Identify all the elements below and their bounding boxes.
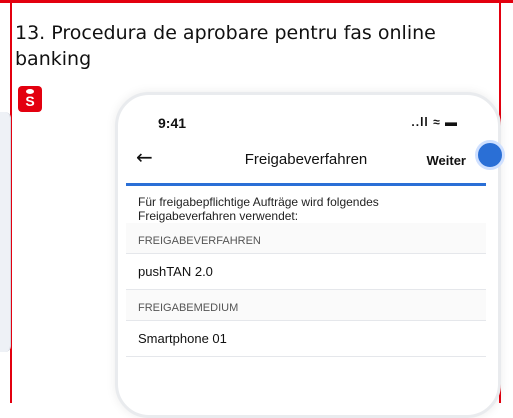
cursor-indicator [475, 140, 505, 170]
status-time: 9:41 [158, 115, 187, 131]
weiter-button[interactable]: Weiter [427, 153, 467, 168]
intro-text: Für freigabepflichtige Aufträge wird fol… [138, 195, 379, 223]
content: Für freigabepflichtige Aufträge wird fol… [126, 195, 486, 357]
freigabeverfahren-value[interactable]: pushTAN 2.0 [126, 254, 486, 290]
side-panel [0, 112, 11, 352]
section-freigabemedium: FREIGABEMEDIUM [126, 290, 486, 321]
freigabemedium-value[interactable]: Smartphone 01 [126, 321, 486, 357]
status-icons: ..ll ≈ ▬ [411, 115, 458, 129]
page-title: 13. Procedura de aprobare pentru fas onl… [15, 22, 436, 70]
header-underline [126, 183, 486, 186]
phone-mockup: 9:41 ..ll ≈ ▬ ← Freigabeverfahren Weiter… [115, 92, 501, 418]
page-frame: 13. Procedura de aprobare pentru fas onl… [0, 0, 513, 418]
phone-screen: 9:41 ..ll ≈ ▬ ← Freigabeverfahren Weiter… [126, 103, 486, 403]
sparkasse-logo-icon: S [18, 86, 42, 112]
top-red-bar [0, 0, 513, 3]
logo-glyph: S [25, 93, 35, 109]
section-freigabeverfahren: FREIGABEVERFAHREN [126, 223, 486, 254]
